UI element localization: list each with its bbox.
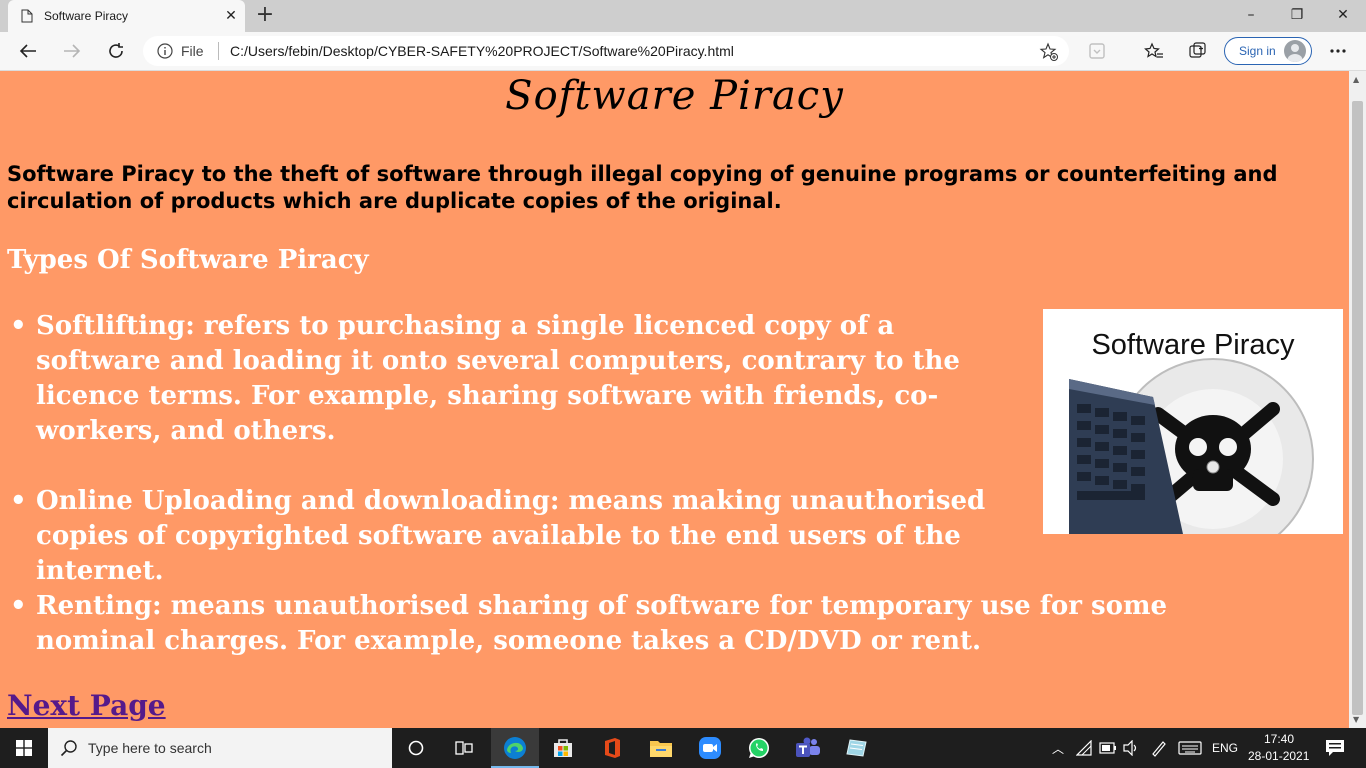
cortana-button[interactable] <box>392 728 440 768</box>
new-tab-button[interactable]: + <box>253 4 277 28</box>
office-icon <box>605 738 620 758</box>
input-language[interactable]: ENG <box>1212 741 1238 755</box>
file-explorer-icon <box>650 741 672 757</box>
address-url[interactable]: C:/Users/febin/Desktop/CYBER-SAFETY%20PR… <box>230 43 734 59</box>
teams-icon <box>796 737 820 757</box>
types-list: • Softlifting: refers to purchasing a si… <box>10 309 1236 659</box>
scroll-thumb[interactable] <box>1352 101 1363 715</box>
back-arrow-icon <box>19 44 36 58</box>
scroll-down-icon[interactable]: ▼ <box>1353 715 1359 724</box>
tab-software-piracy[interactable]: Software Piracy ✕ <box>8 0 245 32</box>
avatar-icon <box>1284 40 1306 62</box>
refresh-button[interactable] <box>102 38 130 64</box>
extension-button[interactable] <box>1083 38 1111 64</box>
whatsapp-taskbar-button[interactable] <box>735 728 783 768</box>
list-item: • Online Uploading and downloading: mean… <box>10 484 1036 589</box>
bullet-icon: • <box>10 591 27 621</box>
window-close-button[interactable]: ✕ <box>1320 0 1366 32</box>
forward-arrow-icon <box>64 44 81 58</box>
clock-time[interactable]: 17:40 <box>1264 732 1294 746</box>
tab-strip: Software Piracy ✕ + – ❐ ✕ <box>0 0 1366 32</box>
clock-date[interactable]: 28-01-2021 <box>1248 749 1309 763</box>
types-heading: Types Of Software Piracy <box>7 245 369 275</box>
pen-workspace-icon[interactable] <box>1150 739 1168 757</box>
scroll-up-icon[interactable]: ▲ <box>1353 75 1359 84</box>
sign-in-label: Sign in <box>1239 44 1276 58</box>
battery-icon[interactable] <box>1099 741 1117 755</box>
zoom-taskbar-button[interactable] <box>686 728 734 768</box>
add-favorite-icon[interactable] <box>1039 42 1059 62</box>
taskbar-search[interactable]: Type here to search <box>48 728 392 768</box>
edge-icon <box>504 737 526 759</box>
whatsapp-icon <box>749 738 769 758</box>
collections-icon <box>1189 42 1206 58</box>
window-minimize-button[interactable]: – <box>1228 0 1274 32</box>
office-taskbar-button[interactable] <box>588 728 636 768</box>
forward-button[interactable] <box>58 38 86 64</box>
store-taskbar-button[interactable] <box>539 728 587 768</box>
sticky-app-icon <box>846 739 867 757</box>
file-explorer-taskbar-button[interactable] <box>637 728 685 768</box>
list-item-text: Online Uploading and downloading: means … <box>36 486 986 586</box>
start-button[interactable] <box>0 728 48 768</box>
notifications-icon[interactable] <box>1325 739 1345 757</box>
back-button[interactable] <box>14 38 42 64</box>
extension-icon <box>1089 43 1105 59</box>
vertical-scrollbar[interactable]: ▲ ▼ <box>1349 71 1366 728</box>
touch-keyboard-icon[interactable] <box>1178 741 1202 755</box>
taskbar: Type here to search ︿ ENG 17:40 28-01-20… <box>0 728 1366 768</box>
task-view-icon <box>455 741 473 755</box>
tab-title: Software Piracy <box>44 9 129 23</box>
list-item: • Renting: means unauthorised sharing of… <box>10 589 1236 659</box>
cortana-icon <box>408 740 424 756</box>
store-icon <box>554 739 572 757</box>
edge-taskbar-button[interactable] <box>491 728 539 768</box>
teams-taskbar-button[interactable] <box>784 728 832 768</box>
refresh-icon <box>109 43 123 58</box>
window-restore-button[interactable]: ❐ <box>1274 0 1320 32</box>
favorites-icon <box>1144 42 1163 58</box>
zoom-icon <box>699 737 721 759</box>
windows-logo-icon <box>16 740 32 756</box>
collections-button[interactable] <box>1184 38 1212 64</box>
list-item: • Softlifting: refers to purchasing a si… <box>10 309 1026 449</box>
search-placeholder: Type here to search <box>88 740 212 756</box>
volume-icon[interactable] <box>1122 740 1140 756</box>
list-item-text: Renting: means unauthorised sharing of s… <box>36 591 1168 656</box>
sign-in-button[interactable]: Sign in <box>1224 37 1312 65</box>
show-hidden-icons-icon[interactable]: ︿ <box>1052 740 1064 757</box>
task-view-button[interactable] <box>440 728 488 768</box>
bullet-icon: • <box>10 311 27 341</box>
page-icon <box>21 9 33 23</box>
page-title: Software Piracy <box>505 73 844 119</box>
list-item-text: Softlifting: refers to purchasing a sing… <box>36 311 960 446</box>
page-viewport: Software Piracy Software Piracy to the t… <box>0 71 1349 728</box>
sticky-app-taskbar-button[interactable] <box>833 728 881 768</box>
intro-paragraph: Software Piracy to the theft of software… <box>7 162 1278 213</box>
tab-close-icon[interactable]: ✕ <box>223 8 239 24</box>
favorites-button[interactable] <box>1140 38 1168 64</box>
more-menu-button[interactable] <box>1324 38 1352 64</box>
address-divider <box>218 42 219 60</box>
address-bar[interactable]: File C:/Users/febin/Desktop/CYBER-SAFETY… <box>143 36 1069 66</box>
bullet-icon: • <box>10 486 27 516</box>
browser-toolbar: File C:/Users/febin/Desktop/CYBER-SAFETY… <box>0 32 1366 71</box>
info-icon[interactable] <box>157 43 173 59</box>
address-scheme: File <box>181 43 204 59</box>
search-icon <box>60 740 77 757</box>
more-horizontal-icon <box>1330 49 1346 53</box>
next-page-link[interactable]: Next Page <box>7 689 166 722</box>
network-icon[interactable] <box>1076 740 1094 756</box>
